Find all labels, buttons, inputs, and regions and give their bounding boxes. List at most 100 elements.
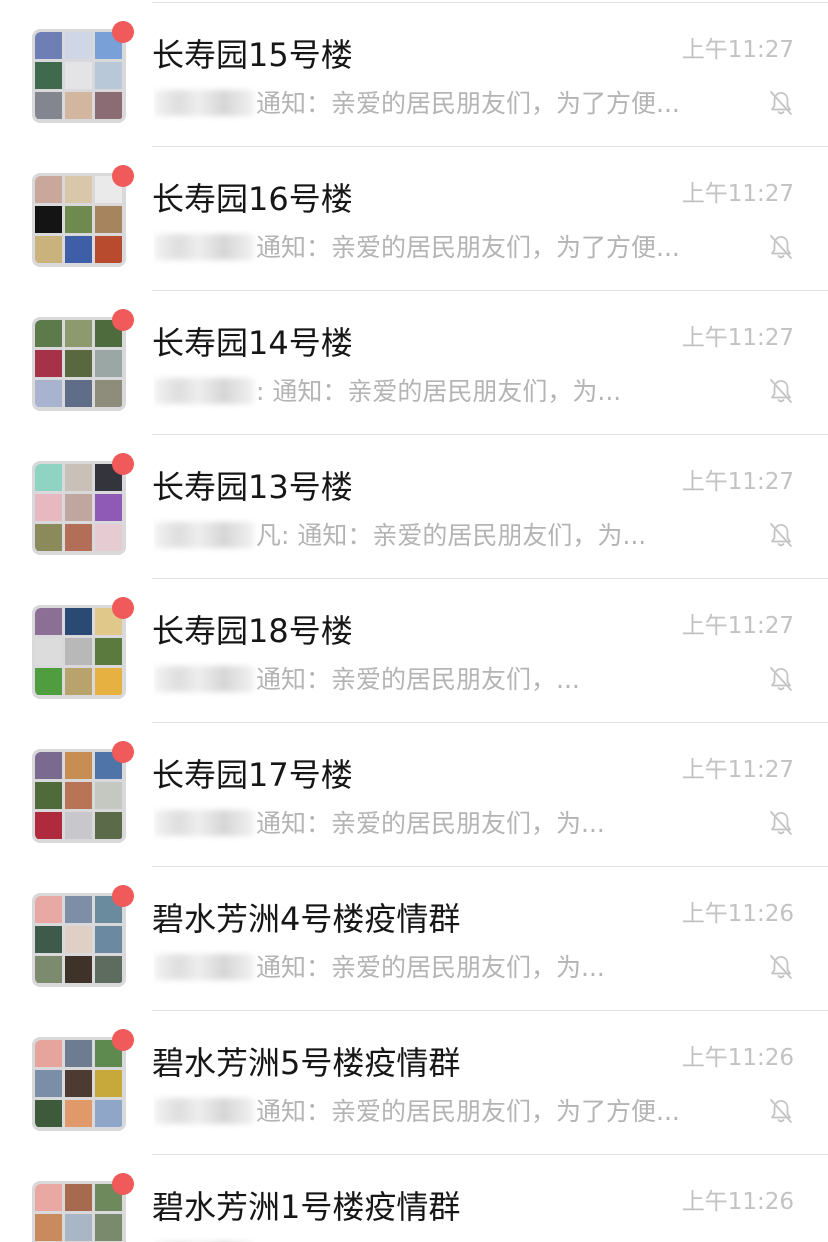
chat-preview: 通知：亲爱的居民朋友们，为了方便... [154,229,738,267]
chat-preview: : 通知：亲爱的居民朋友们，为... [154,373,738,411]
chat-name: 长寿园18号楼 [152,612,353,650]
chat-preview: 通知：亲爱的居民朋友们，为... [154,1237,738,1242]
avatar-grid [35,32,123,120]
chat-name: 长寿园13号楼 [152,468,353,506]
preview-text: 通知：亲爱的居民朋友们，为了方便... [256,89,680,118]
avatar-tile [65,1214,92,1241]
avatar-tile [35,812,62,839]
chat-name: 碧水芳洲1号楼疫情群 [152,1188,461,1226]
chat-row[interactable]: 长寿园17号楼 上午11:27 通知：亲爱的居民朋友们，为... [0,723,828,867]
mute-bell-icon [770,235,792,259]
mute-bell-icon [770,379,792,403]
chat-time: 上午11:27 [681,181,794,207]
avatar-tile [95,638,122,665]
avatar-grid [35,608,123,696]
avatar-tile [65,494,92,521]
unread-dot [112,453,134,475]
mute-bell-icon [770,1099,792,1123]
avatar-tile [65,956,92,983]
avatar-tile [65,464,92,491]
group-avatar [32,309,134,411]
chat-preview: 通知：亲爱的居民朋友们，为了方便... [154,85,738,123]
avatar-tile [65,638,92,665]
chat-preview: 凡: 通知：亲爱的居民朋友们，为... [154,517,738,555]
avatar-tile [95,782,122,809]
group-avatar [32,453,134,555]
avatar-tile [35,62,62,89]
avatar-tile [35,926,62,953]
avatar-tile [35,668,62,695]
avatar-tile [65,1070,92,1097]
avatar-tile [65,752,92,779]
unread-dot [112,885,134,907]
avatar-tile [65,812,92,839]
preview-text: 凡: 通知：亲爱的居民朋友们，为... [256,521,647,550]
avatar-tile [95,1100,122,1127]
chat-row[interactable]: 碧水芳洲4号楼疫情群 上午11:26 通知：亲爱的居民朋友们，为... [0,867,828,1011]
avatar-grid [35,1040,123,1128]
chat-row[interactable]: 长寿园14号楼 上午11:27 : 通知：亲爱的居民朋友们，为... [0,291,828,435]
chat-preview: 通知：亲爱的居民朋友们，为了方便... [154,1093,738,1131]
chat-name: 长寿园15号楼 [152,36,353,74]
chat-name: 长寿园16号楼 [152,180,353,218]
avatar-grid [35,1184,123,1242]
group-avatar [32,165,134,267]
chat-time: 上午11:26 [681,1045,794,1071]
chat-name: 长寿园14号楼 [152,324,353,362]
chat-row[interactable]: 碧水芳洲5号楼疫情群 上午11:26 通知：亲爱的居民朋友们，为了方便... [0,1011,828,1155]
group-avatar [32,597,134,699]
unread-dot [112,309,134,331]
chat-preview: 通知：亲爱的居民朋友们，为... [154,805,738,843]
avatar-tile [35,608,62,635]
unread-dot [112,597,134,619]
chat-time: 上午11:27 [681,325,794,351]
unread-dot [112,741,134,763]
preview-text: 通知：亲爱的居民朋友们，... [256,665,580,694]
redacted-sender [154,1098,254,1124]
avatar-tile [65,1184,92,1211]
avatar-tile [95,956,122,983]
avatar-tile [35,32,62,59]
chat-row[interactable]: 长寿园13号楼 上午11:27 凡: 通知：亲爱的居民朋友们，为... [0,435,828,579]
avatar-tile [35,782,62,809]
preview-text: 通知：亲爱的居民朋友们，为... [256,953,605,982]
avatar-tile [95,1214,122,1241]
chat-time: 上午11:27 [681,37,794,63]
chat-row[interactable]: 碧水芳洲1号楼疫情群 上午11:26 通知：亲爱的居民朋友们，为... [0,1155,828,1242]
mute-bell-icon [770,811,792,835]
chat-row[interactable]: 长寿园16号楼 上午11:27 通知：亲爱的居民朋友们，为了方便... [0,147,828,291]
avatar-tile [35,380,62,407]
group-avatar [32,741,134,843]
avatar-tile [95,380,122,407]
redacted-sender [154,378,254,404]
redacted-sender [154,234,254,260]
chat-row[interactable]: 长寿园18号楼 上午11:27 通知：亲爱的居民朋友们，... [0,579,828,723]
avatar-grid [35,320,123,408]
avatar-tile [95,494,122,521]
mute-bell-icon [770,91,792,115]
avatar-tile [95,236,122,263]
avatar-tile [35,956,62,983]
avatar-tile [35,236,62,263]
avatar-tile [95,668,122,695]
preview-text: 通知：亲爱的居民朋友们，为了方便... [256,1097,680,1126]
avatar-tile [65,236,92,263]
avatar-tile [65,92,92,119]
mute-bell-icon [770,523,792,547]
avatar-grid [35,752,123,840]
avatar-tile [35,494,62,521]
avatar-tile [95,812,122,839]
avatar-tile [65,176,92,203]
avatar-tile [65,668,92,695]
avatar-tile [35,206,62,233]
avatar-tile [65,926,92,953]
avatar-tile [65,608,92,635]
avatar-tile [65,1100,92,1127]
avatar-tile [95,524,122,551]
chat-row[interactable]: 长寿园15号楼 上午11:27 通知：亲爱的居民朋友们，为了方便... [0,3,828,147]
chat-preview: 通知：亲爱的居民朋友们，为... [154,949,738,987]
preview-text: 通知：亲爱的居民朋友们，为了方便... [256,233,680,262]
avatar-tile [35,1214,62,1241]
avatar-tile [95,206,122,233]
avatar-tile [65,782,92,809]
